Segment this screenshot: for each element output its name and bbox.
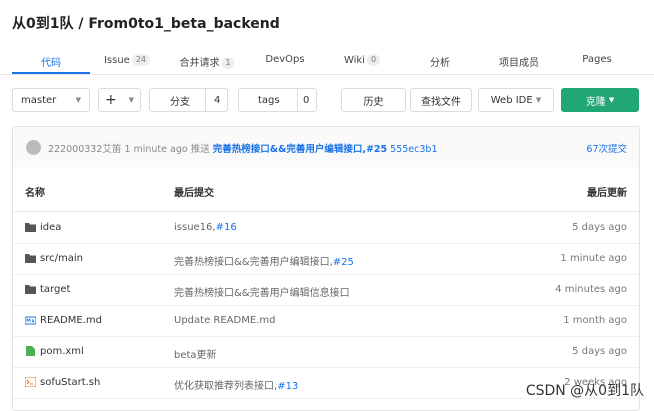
commit-text: issue16, xyxy=(174,222,216,233)
history-label: 历史 xyxy=(363,96,384,108)
tab-analytics[interactable]: 分析 xyxy=(430,54,450,69)
table-row[interactable]: target 完善热榜接口&&完善用户编辑信息接口 4 minutes ago xyxy=(13,274,639,306)
tags-button[interactable]: tags 0 xyxy=(238,88,317,112)
commit-message[interactable]: issue16,#16 xyxy=(174,222,237,233)
branch-select[interactable]: master ▼ xyxy=(12,88,90,112)
column-header-last-commit: 最后提交 xyxy=(174,188,214,199)
branches-count: 4 xyxy=(214,94,221,106)
file-name[interactable]: sofuStart.sh xyxy=(40,377,100,388)
clone-button[interactable]: 克隆 ▼ xyxy=(561,88,639,112)
commit-text: 完善热榜接口&&完善用户编辑信息接口 xyxy=(174,288,350,299)
branch-name: master xyxy=(21,94,57,106)
tab-members[interactable]: 项目成员 xyxy=(499,54,539,69)
commit-text: beta更新 xyxy=(174,350,217,361)
xml-file-icon xyxy=(26,346,35,356)
commit-action: 推送 xyxy=(190,144,210,155)
plus-icon: + xyxy=(104,92,117,108)
add-dropdown-button[interactable]: + ▼ xyxy=(98,88,141,112)
chevron-down-icon: ▼ xyxy=(75,96,81,104)
tab-label: 项目成员 xyxy=(499,58,539,69)
file-browser: 222000332艾笛 1 minute ago 推送 完善热榜接口&&完善用户… xyxy=(12,126,640,411)
updated-time: 1 minute ago xyxy=(560,253,627,264)
web-ide-label: Web IDE xyxy=(490,94,533,106)
count-badge: 0 xyxy=(366,54,381,66)
divider xyxy=(205,89,206,111)
commit-count-link[interactable]: 67次提交 xyxy=(586,141,627,155)
table-row[interactable]: pom.xml beta更新 5 days ago xyxy=(13,336,639,368)
table-row[interactable]: src/main 完善热榜接口&&完善用户编辑接口,#25 1 minute a… xyxy=(13,243,639,275)
commit-message[interactable]: 完善热榜接口&&完善用户编辑接口,#25 xyxy=(174,253,354,268)
tags-count: 0 xyxy=(303,94,310,106)
chevron-down-icon: ▼ xyxy=(535,96,542,104)
table-row[interactable]: README.md Update README.md 1 month ago xyxy=(13,305,639,337)
commit-message[interactable]: 完善热榜接口&&完善用户编辑接口,#25 xyxy=(213,144,387,155)
active-tab-indicator xyxy=(12,72,90,74)
find-file-label: 查找文件 xyxy=(421,96,461,108)
tab-wiki[interactable]: Wiki 0 xyxy=(343,54,381,66)
column-header-name: 名称 xyxy=(25,188,45,199)
commit-message[interactable]: Update README.md xyxy=(174,315,275,326)
tab-label: 分析 xyxy=(430,58,450,69)
tags-label: tags xyxy=(258,94,280,106)
tab-code[interactable]: 代码 xyxy=(41,54,61,69)
table-row[interactable]: idea issue16,#16 5 days ago xyxy=(13,212,639,244)
updated-time: 4 minutes ago xyxy=(555,284,627,295)
commit-message[interactable]: 完善热榜接口&&完善用户编辑信息接口 xyxy=(174,284,350,299)
commit-time: 1 minute ago xyxy=(124,144,188,155)
tab-label: Wiki xyxy=(343,55,365,66)
chevron-down-icon: ▼ xyxy=(608,96,615,104)
file-name[interactable]: src/main xyxy=(40,253,83,264)
tab-merge-requests[interactable]: 合并请求 1 xyxy=(179,54,235,69)
count-badge: 24 xyxy=(131,54,151,66)
tab-label: 合并请求 xyxy=(179,58,220,69)
markdown-icon xyxy=(25,316,36,325)
tab-pages[interactable]: Pages xyxy=(582,54,611,65)
chevron-down-icon: ▼ xyxy=(128,96,135,104)
issue-link[interactable]: #16 xyxy=(216,222,237,233)
updated-time: 1 month ago xyxy=(563,315,627,326)
issue-link[interactable]: #25 xyxy=(333,257,354,268)
count-badge: 1 xyxy=(221,57,235,69)
repo-tabs: 代码 Issue 24 合并请求 1 DevOps Wiki 0 分析 项目成员 Pa… xyxy=(0,44,654,75)
web-ide-button[interactable]: Web IDE ▼ xyxy=(478,88,554,112)
watermark: CSDN @从0到1队 xyxy=(525,383,644,399)
table-header: 名称 最后提交 最后更新 xyxy=(13,167,639,212)
updated-time: 5 days ago xyxy=(572,346,627,357)
commit-text: Update README.md xyxy=(174,315,276,326)
commit-hash[interactable]: 555ec3b1 xyxy=(390,144,437,155)
tab-label: Pages xyxy=(582,54,612,65)
commit-text: 完善热榜接口&&完善用户编辑接口, xyxy=(174,257,333,268)
branches-button[interactable]: 分支 4 xyxy=(149,88,228,112)
file-name[interactable]: README.md xyxy=(40,315,102,326)
history-button[interactable]: 历史 xyxy=(341,88,406,112)
folder-icon xyxy=(25,285,36,294)
tab-label: 代码 xyxy=(41,58,61,69)
clone-label: 克隆 xyxy=(585,96,606,108)
divider xyxy=(297,89,298,111)
commit-message[interactable]: 优化获取推荐列表接口,#13 xyxy=(174,377,298,392)
shell-script-icon xyxy=(25,377,36,387)
commit-summary: 222000332艾笛 1 minute ago 推送 完善热榜接口&&完善用户… xyxy=(48,141,438,155)
branches-label: 分支 xyxy=(170,96,190,108)
avatar[interactable] xyxy=(26,140,41,155)
file-name[interactable]: pom.xml xyxy=(40,346,84,357)
folder-icon xyxy=(25,223,36,232)
tab-devops[interactable]: DevOps xyxy=(265,54,304,65)
commit-author[interactable]: 222000332艾笛 xyxy=(48,144,121,155)
commit-text: 优化获取推荐列表接口, xyxy=(174,381,278,392)
issue-link[interactable]: #13 xyxy=(277,381,298,392)
tab-label: Issue xyxy=(103,55,130,66)
updated-time: 5 days ago xyxy=(572,222,627,233)
find-file-button[interactable]: 查找文件 xyxy=(410,88,472,112)
last-commit-bar: 222000332艾笛 1 minute ago 推送 完善热榜接口&&完善用户… xyxy=(13,127,639,167)
page-title: 从0到1队 / From0to1_beta_backend xyxy=(12,16,280,32)
tab-issue[interactable]: Issue 24 xyxy=(103,54,151,66)
file-name[interactable]: idea xyxy=(40,222,61,233)
tab-label: DevOps xyxy=(265,54,305,65)
folder-icon xyxy=(25,254,36,263)
column-header-last-updated: 最后更新 xyxy=(587,188,627,199)
file-name[interactable]: target xyxy=(40,284,70,295)
commit-message[interactable]: beta更新 xyxy=(174,346,217,361)
